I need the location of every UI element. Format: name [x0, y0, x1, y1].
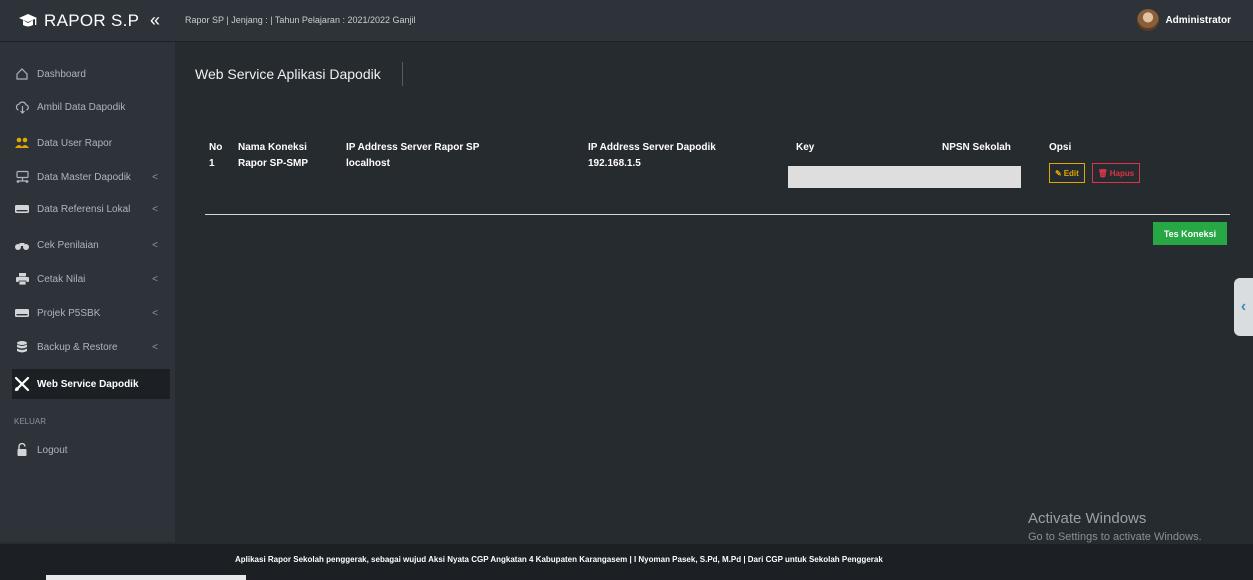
edit-button[interactable]: ✎ Edit: [1049, 163, 1085, 183]
column-header-ip-dapodik: IP Address Server Dapodik: [588, 141, 716, 153]
chevron-left-icon: <: [152, 307, 158, 319]
connections-table: No Nama Koneksi IP Address Server Rapor …: [205, 138, 1230, 183]
sidebar-item-label: Dashboard: [37, 68, 86, 80]
column-header-nama-koneksi: Nama Koneksi: [238, 141, 307, 153]
network-icon: [14, 169, 30, 185]
cloud-download-icon: [14, 99, 30, 115]
table-divider: [205, 214, 1230, 215]
sidebar-item-label: Cetak Nilai: [37, 273, 86, 285]
sidebar-item-label: Data Referensi Lokal: [37, 203, 131, 215]
chevron-left-icon: <: [152, 239, 158, 251]
tools-icon: [14, 376, 30, 392]
sidebar-item-logout[interactable]: Logout: [12, 435, 170, 465]
chevron-left-icon: <: [152, 171, 158, 183]
cell-no: 1: [209, 158, 215, 169]
column-header-npsn: NPSN Sekolah: [942, 141, 1011, 153]
app-name: RAPOR S.P: [44, 11, 140, 30]
sidebar: Dashboard Ambil Data Dapodik Data User R…: [0, 42, 175, 542]
column-header-opsi: Opsi: [1049, 141, 1072, 153]
test-connection-button[interactable]: Tes Koneksi: [1153, 222, 1227, 245]
home-icon: [14, 66, 30, 82]
chevron-left-icon: <: [152, 341, 158, 353]
sidebar-item-label: Logout: [37, 444, 68, 456]
sidebar-item-label: Ambil Data Dapodik: [37, 101, 126, 113]
user-menu[interactable]: Administrator: [1137, 9, 1231, 31]
delete-button[interactable]: 🗑 Hapus: [1091, 163, 1141, 183]
table-row: 1 Rapor SP-SMP localhost 192.168.1.5 ✎ E…: [205, 156, 1230, 183]
sidebar-item-data-referensi-lokal[interactable]: Data Referensi Lokal <: [12, 194, 170, 224]
sidebar-item-label: Data User Rapor: [37, 137, 113, 149]
database-icon: [14, 339, 30, 355]
sidebar-item-backup-restore[interactable]: Backup & Restore <: [12, 332, 170, 362]
title-divider: [402, 62, 403, 86]
edit-icon: ✎: [1055, 168, 1062, 178]
chevron-left-icon: <: [152, 273, 158, 285]
sidebar-section-keluar: KELUAR: [14, 417, 47, 426]
horizontal-scrollbar[interactable]: [46, 575, 246, 580]
drive-icon: [14, 201, 30, 217]
footer-text: Aplikasi Rapor Sekolah penggerak, sebaga…: [235, 555, 883, 564]
sidebar-item-dashboard[interactable]: Dashboard: [12, 59, 170, 89]
column-header-ip-rapor: IP Address Server Rapor SP: [346, 141, 480, 153]
chevron-left-icon: <: [152, 203, 158, 215]
trash-icon: 🗑: [1097, 168, 1108, 178]
control-sidebar-toggle[interactable]: ‹: [1234, 278, 1253, 336]
column-header-key: Key: [796, 141, 815, 153]
sidebar-item-label: Data Master Dapodik: [37, 171, 131, 183]
brand[interactable]: RAPOR S.P: [0, 0, 175, 42]
print-icon: [14, 271, 30, 287]
cell-opsi: ✎ Edit 🗑 Hapus: [1049, 156, 1230, 183]
drive-icon: [14, 305, 30, 321]
users-icon: [14, 135, 30, 151]
sidebar-item-cetak-nilai[interactable]: Cetak Nilai <: [12, 264, 170, 294]
column-header-no: No: [209, 141, 223, 153]
sidebar-item-ambil-data-dapodik[interactable]: Ambil Data Dapodik: [12, 92, 170, 122]
sidebar-item-label: Web Service Dapodik: [37, 378, 139, 390]
breadcrumb: Rapor SP | Jenjang : | Tahun Pelajaran :…: [185, 15, 416, 25]
unlock-icon: [14, 442, 30, 458]
activate-windows-title: Activate Windows: [1028, 510, 1147, 527]
sidebar-item-data-user-rapor[interactable]: Data User Rapor: [12, 128, 170, 158]
sidebar-item-label: Backup & Restore: [37, 341, 118, 353]
sidebar-item-label: Projek P5SBK: [37, 307, 101, 319]
sidebar-item-web-service-dapodik[interactable]: Web Service Dapodik: [12, 369, 170, 399]
user-avatar: [1137, 9, 1160, 31]
table-header-row: No Nama Koneksi IP Address Server Rapor …: [205, 138, 1230, 156]
sidebar-item-label: Cek Penilaian: [37, 239, 99, 251]
user-name: Administrator: [1165, 14, 1231, 26]
cell-nama-koneksi: Rapor SP-SMP: [238, 158, 309, 169]
redacted-key-npsn: [788, 166, 1021, 188]
chevron-left-icon: ‹: [1240, 298, 1247, 315]
cell-ip-rapor: localhost: [346, 158, 390, 169]
sidebar-item-data-master-dapodik[interactable]: Data Master Dapodik <: [12, 162, 170, 192]
page-title: Web Service Aplikasi Dapodik: [195, 66, 381, 82]
cell-ip-dapodik: 192.168.1.5: [588, 158, 641, 169]
sidebar-item-projek-p5sbk[interactable]: Projek P5SBK <: [12, 298, 170, 328]
sidebar-item-cek-penilaian[interactable]: Cek Penilaian <: [12, 230, 170, 260]
binoculars-icon: [14, 237, 30, 253]
graduation-icon: [18, 11, 38, 31]
double-chevron-left-icon[interactable]: «: [150, 10, 160, 31]
activate-windows-subtitle: Go to Settings to activate Windows.: [1028, 531, 1202, 543]
top-navbar: RAPOR S.P « Rapor SP | Jenjang : | Tahun…: [0, 0, 1253, 42]
